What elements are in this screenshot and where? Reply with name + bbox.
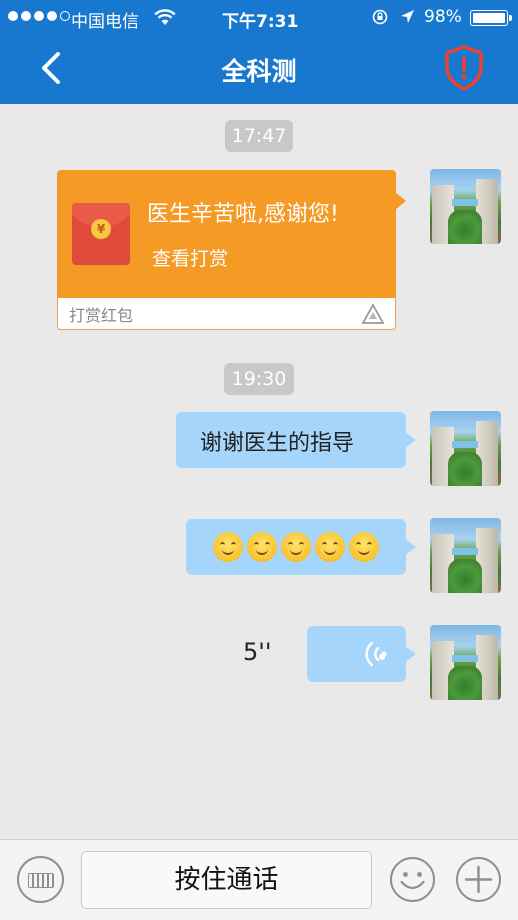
page-title: 全科测 [221,57,297,86]
text-message-bubble[interactable]: 谢谢医生的指导 [176,412,416,468]
red-packet-footer: 打赏红包 [57,298,396,330]
shield-alert-icon[interactable] [443,44,485,92]
location-arrow-icon [401,10,414,23]
keyboard-icon [28,873,54,888]
rotation-lock-icon [372,9,388,25]
voice-wave-icon [365,641,387,667]
red-envelope-icon: ¥ [72,203,130,265]
wifi-icon [154,9,176,25]
voice-message-bubble[interactable] [307,626,416,682]
coin-symbol: ¥ [91,219,111,239]
timestamp: 19:30 [224,363,294,395]
top-bar: 中国电信 下午7:31 98% 全科测 [0,0,518,104]
timestamp: 17:47 [225,120,293,152]
status-time: 下午7:31 [222,12,299,32]
red-packet-message[interactable]: ¥ 医生辛苦啦,感谢您! 查看打赏 打赏红包 [57,170,406,330]
app-logo-icon [361,303,385,324]
carrier-name: 中国电信 [71,12,139,32]
input-bar: 按住通话 [0,839,518,920]
emoji-button-smiley-icon[interactable] [389,856,436,903]
smiling-face-emoji-icon [281,532,311,562]
status-bar: 中国电信 下午7:31 98% [0,0,518,34]
view-reward-link[interactable]: 查看打赏 [152,244,228,271]
message-text: 谢谢医生的指导 [200,431,355,456]
smiling-face-emoji-icon [315,532,345,562]
hold-to-talk-button[interactable]: 按住通话 [81,851,372,909]
plus-more-button-icon[interactable] [455,856,502,903]
smiling-face-emoji-icon [349,532,379,562]
keyboard-toggle-button[interactable] [17,856,64,903]
emoji-message-bubble[interactable] [186,519,416,575]
avatar[interactable] [430,169,501,244]
voice-duration: 5'' [243,638,272,666]
red-packet-message-text: 医生辛苦啦,感谢您! [147,202,339,227]
battery-percent: 98% [424,7,462,27]
red-packet-label: 打赏红包 [69,306,134,325]
battery-icon [470,10,512,26]
avatar[interactable] [430,518,501,593]
avatar[interactable] [430,411,501,486]
smiling-face-emoji-icon [213,532,243,562]
signal-strength-icon [8,11,70,21]
red-packet-body: ¥ 医生辛苦啦,感谢您! 查看打赏 [57,170,396,298]
smiling-face-emoji-icon [247,532,277,562]
avatar[interactable] [430,625,501,700]
